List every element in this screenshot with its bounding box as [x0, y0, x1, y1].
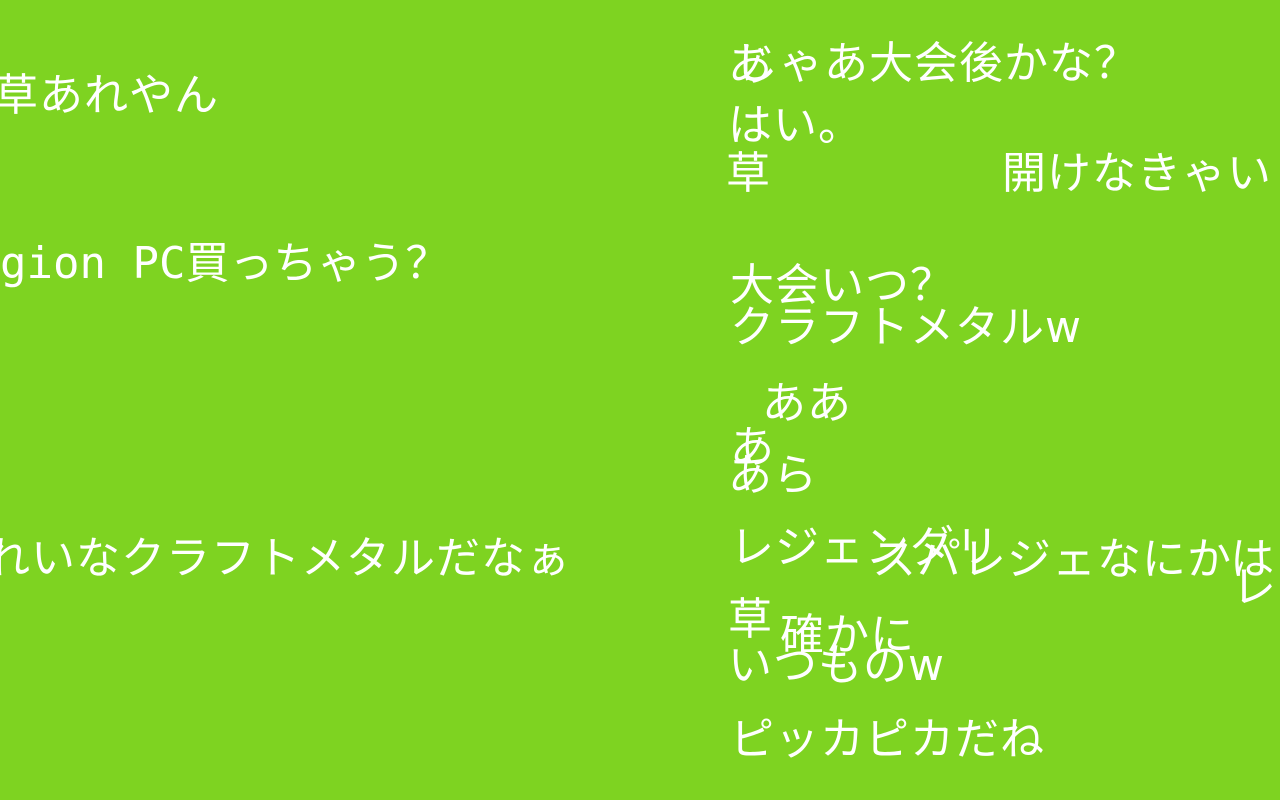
- comment-itsumono-w: いつものw: [728, 640, 945, 691]
- comment-jaa-taikai-go: じゃあ大会後かな？: [734, 38, 1139, 89]
- comment-craft-metal-w: クラフトメタルw: [730, 302, 1082, 353]
- comment-kirei-craft-metal: れいなクラフトメタルだなぁ: [0, 533, 571, 584]
- comment-super-leje: スパレジェなにかは: [872, 534, 1276, 585]
- comment-re-tail: レ: [1232, 562, 1277, 613]
- comment-kusa-1: 草: [726, 148, 771, 199]
- comment-kusa-are-yan: 草あれやん: [0, 70, 219, 121]
- comment-overlay: 草あれやん gion PC買っちゃう？ れいなクラフトメタルだなぁ じゃあ大会後…: [0, 0, 1280, 800]
- comment-a-overlap: あ: [728, 40, 773, 91]
- comment-kusa-2: 草: [728, 594, 773, 645]
- comment-pikkapika: ピッカピカだね: [730, 714, 1045, 765]
- comment-aa: ああ: [762, 378, 852, 429]
- comment-legion-pc: gion PC買っちゃう？: [0, 238, 450, 289]
- comment-ara: あら: [728, 450, 818, 501]
- comment-akenakya: 開けなきゃい: [1002, 148, 1272, 199]
- comment-hai: はい。: [728, 100, 863, 151]
